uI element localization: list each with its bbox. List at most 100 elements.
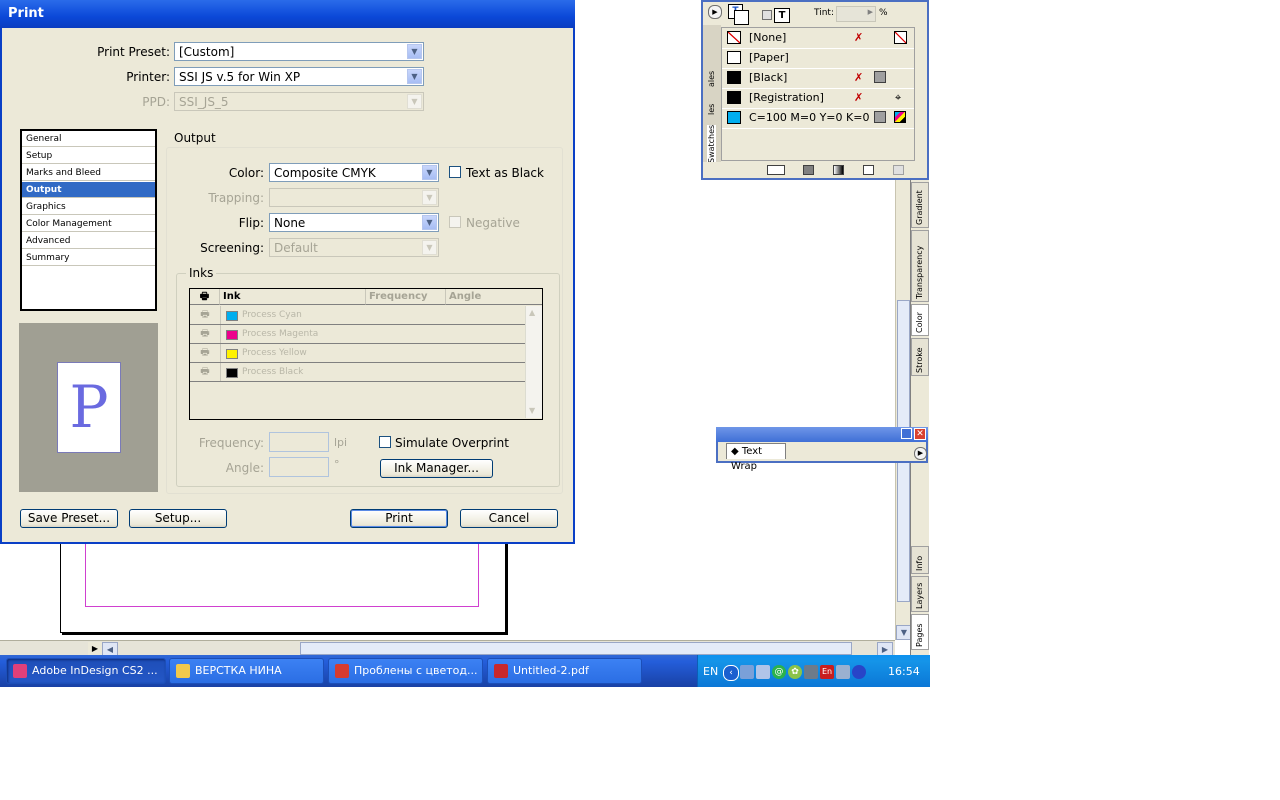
scroll-up-icon[interactable]: ▲ xyxy=(529,308,535,317)
language-bar-icon[interactable]: En xyxy=(820,665,834,679)
tray-expand-icon[interactable]: ‹ xyxy=(723,665,739,681)
tab-gradient[interactable]: Gradient xyxy=(911,182,929,228)
nav-item-setup[interactable]: Setup xyxy=(22,148,155,164)
horizontal-scroll-thumb[interactable] xyxy=(300,642,852,655)
printer-icon[interactable]: 🖶 xyxy=(190,306,221,324)
ink-swatch xyxy=(226,349,238,359)
print-preset-label: Print Preset: xyxy=(97,45,170,59)
nav-item-summary[interactable]: Summary xyxy=(22,250,155,266)
setup-button[interactable]: Setup... xyxy=(129,509,227,528)
text-wrap-titlebar[interactable]: ✕ xyxy=(716,427,928,442)
taskbar-item-indesign[interactable]: Adobe InDesign CS2 ... xyxy=(6,658,166,684)
chevron-down-icon: ▼ xyxy=(422,165,437,180)
cancel-button[interactable]: Cancel xyxy=(460,509,558,528)
panel-menu-icon[interactable]: ▶ xyxy=(708,5,722,19)
color-label: Color: xyxy=(228,166,264,180)
swatch-color-icon xyxy=(727,51,741,64)
nav-item-graphics[interactable]: Graphics xyxy=(22,199,155,215)
list-item[interactable]: C=100 M=0 Y=0 K=0 xyxy=(722,108,914,129)
new-swatch-icon[interactable] xyxy=(863,165,874,175)
tab-styles-a[interactable]: les xyxy=(707,104,716,115)
printer-icon[interactable]: 🖶 xyxy=(190,344,221,362)
horizontal-scrollbar[interactable]: ▶ ◀ ▶ xyxy=(0,640,895,657)
icq-icon[interactable]: ✿ xyxy=(788,665,802,679)
tab-text-wrap[interactable]: ◆ Text Wrap xyxy=(726,443,786,472)
container-icon[interactable] xyxy=(762,10,772,20)
page-nav-next-icon[interactable]: ▶ xyxy=(88,642,102,655)
printer-icon[interactable]: 🖶 xyxy=(190,325,221,343)
screening-select: Default ▼ xyxy=(269,238,439,257)
flip-select[interactable]: None ▼ xyxy=(269,213,439,232)
tab-pages[interactable]: Pages xyxy=(911,614,929,650)
simulate-overprint-label: Simulate Overprint xyxy=(395,436,509,450)
taskbar-item-browser[interactable]: Проблены с цветод... xyxy=(328,658,483,684)
tab-swatches[interactable]: Swatches xyxy=(707,124,716,163)
display-icon[interactable] xyxy=(756,665,770,679)
table-row[interactable]: 🖶 Process Cyan xyxy=(190,306,526,325)
text-format-icon[interactable]: T xyxy=(774,8,790,23)
ink-manager-button[interactable]: Ink Manager... xyxy=(380,459,493,478)
frequency-label: Frequency: xyxy=(198,436,264,450)
network-icon[interactable] xyxy=(740,665,754,679)
show-all-swatches-icon[interactable] xyxy=(767,165,785,175)
tab-color[interactable]: Color xyxy=(911,304,929,336)
taskbar-item-folder[interactable]: ВЕРСТКА НИНА xyxy=(169,658,324,684)
minimize-icon[interactable] xyxy=(901,428,912,439)
printer-icon[interactable]: 🖶 xyxy=(190,363,221,381)
table-row[interactable]: 🖶 Process Yellow xyxy=(190,344,526,363)
flip-label: Flip: xyxy=(238,216,264,230)
show-color-swatches-icon[interactable] xyxy=(803,165,814,175)
nav-item-general[interactable]: General xyxy=(22,131,155,147)
swatches-list: [None] ✗ [Paper] [Black] ✗ [Registration… xyxy=(721,27,915,161)
none-mode-icon xyxy=(894,31,907,44)
print-dialog-titlebar[interactable]: Print xyxy=(0,0,575,28)
shield-icon[interactable] xyxy=(852,665,866,679)
tab-stroke[interactable]: Stroke xyxy=(911,338,929,376)
fill-stroke-icon[interactable]: T xyxy=(728,4,749,25)
vertical-scrollbar[interactable]: ▼ xyxy=(895,180,912,640)
hardware-icon[interactable] xyxy=(836,665,850,679)
no-edit-icon: ✗ xyxy=(854,31,864,44)
list-item[interactable]: [Black] ✗ xyxy=(722,68,914,89)
scroll-down-icon[interactable]: ▼ xyxy=(529,406,535,415)
table-row[interactable]: 🖶 Process Black xyxy=(190,363,526,382)
delete-swatch-icon[interactable] xyxy=(893,165,904,175)
tint-field[interactable]: ▶ xyxy=(836,6,876,22)
printer-select[interactable]: SSI JS v.5 for Win XP ▼ xyxy=(174,67,424,86)
inks-scrollbar[interactable]: ▲ ▼ xyxy=(525,306,542,418)
print-preset-select[interactable]: [Custom] ▼ xyxy=(174,42,424,61)
system-tray: EN ‹ @ ✿ En 16:54 xyxy=(697,655,930,687)
tab-transparency[interactable]: Transparency xyxy=(911,230,929,302)
table-row[interactable]: 🖶 Process Magenta xyxy=(190,325,526,344)
print-button[interactable]: Print xyxy=(350,509,448,528)
dialog-title: Print xyxy=(8,6,44,21)
list-item[interactable]: [Paper] xyxy=(722,48,914,69)
tab-info[interactable]: Info xyxy=(911,546,929,574)
nav-item-advanced[interactable]: Advanced xyxy=(22,233,155,249)
color-select[interactable]: Composite CMYK ▼ xyxy=(269,163,439,182)
list-item[interactable]: [Registration] ✗ ⌖ xyxy=(722,88,914,109)
printer-label: Printer: xyxy=(126,70,170,84)
save-preset-button[interactable]: Save Preset... xyxy=(20,509,118,528)
list-item[interactable]: [None] ✗ xyxy=(722,28,914,49)
nav-item-marks-and-bleed[interactable]: Marks and Bleed xyxy=(22,165,155,181)
monitor-icon[interactable] xyxy=(804,665,818,679)
tab-arrow-icon: ◆ xyxy=(731,446,742,457)
messenger-icon[interactable]: @ xyxy=(772,665,786,679)
nav-item-output[interactable]: Output xyxy=(22,182,155,198)
language-indicator[interactable]: EN xyxy=(703,665,718,678)
show-gradient-swatches-icon[interactable] xyxy=(833,165,844,175)
collapsed-panel-tabs: Gradient Transparency Color Stroke Info … xyxy=(910,180,929,655)
tab-styles-b[interactable]: ales xyxy=(707,71,716,87)
taskbar-item-pdf[interactable]: Untitled-2.pdf xyxy=(487,658,642,684)
nav-item-color-management[interactable]: Color Management xyxy=(22,216,155,232)
trapping-select: ▼ xyxy=(269,188,439,207)
simulate-overprint-checkbox[interactable] xyxy=(379,436,391,448)
close-icon[interactable]: ✕ xyxy=(914,428,926,440)
tint-arrow-icon[interactable]: ▶ xyxy=(868,8,873,16)
text-as-black-checkbox[interactable] xyxy=(449,166,461,178)
no-edit-icon: ✗ xyxy=(854,71,864,84)
tab-layers[interactable]: Layers xyxy=(911,576,929,612)
indesign-icon xyxy=(13,664,27,678)
panel-menu-icon[interactable]: ▶ xyxy=(914,447,927,460)
